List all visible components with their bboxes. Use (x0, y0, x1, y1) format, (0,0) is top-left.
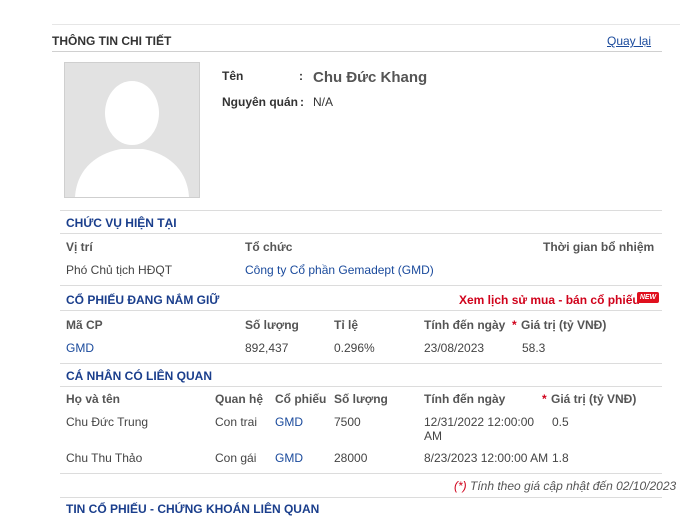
section-divider (60, 363, 662, 364)
organization-link[interactable]: Công ty Cổ phần Gemadept (GMD) (245, 263, 434, 277)
person-silhouette-icon (65, 63, 199, 197)
related-quantity: 28000 (334, 451, 368, 465)
col-header-ratio: Tỉ lệ (334, 318, 359, 332)
col-header-as-of: Tính đến ngày (424, 392, 506, 406)
origin-label: Nguyên quán (222, 95, 299, 109)
col-header-value: Giá trị (tỷ VNĐ) (521, 318, 607, 332)
section-divider (60, 497, 662, 498)
person-name: Chu Đức Khang (313, 69, 428, 86)
related-name: Chu Đức Trung (66, 415, 149, 429)
page-title: THÔNG TIN CHI TIẾT (52, 34, 172, 48)
col-header-as-of: Tính đến ngày (424, 318, 506, 332)
avatar (64, 62, 200, 198)
section-divider (60, 233, 662, 234)
name-label: Tên (222, 69, 244, 83)
col-header-name: Họ và tên (66, 392, 121, 406)
related-name: Chu Thu Thảo (66, 451, 143, 465)
footnote-marker: (*) (454, 479, 467, 493)
holding-value: 58.3 (522, 341, 546, 355)
col-header-quantity: Số lượng (334, 392, 388, 406)
related-relation: Con trai (215, 415, 258, 429)
origin-value: N/A (313, 95, 334, 109)
related-as-of-continued: AM (424, 429, 442, 443)
col-header-stock: Cổ phiếu (275, 392, 327, 406)
holding-ratio: 0.296% (334, 341, 375, 355)
holding-quantity: 892,437 (245, 341, 289, 355)
related-as-of: 12/31/2022 12:00:00 (424, 415, 535, 429)
top-divider (52, 24, 680, 25)
footnote: (*) Tính theo giá cập nhật đến 02/10/202… (454, 479, 676, 493)
col-header-role: Vị trí (66, 240, 93, 254)
related-value: 1.8 (552, 451, 569, 465)
section-divider (60, 210, 662, 211)
section-divider (60, 310, 662, 311)
name-colon: : (299, 69, 303, 83)
related-as-of: 8/23/2023 12:00:00 AM (424, 451, 549, 465)
footnote-text: Tính theo giá cập nhật đến 02/10/2023 (466, 479, 677, 493)
back-link[interactable]: Quay lại (607, 34, 651, 48)
col-header-relation: Quan hệ (215, 392, 264, 406)
trade-history-link[interactable]: Xem lịch sử mua - bán cổ phiếu (459, 293, 640, 307)
asterisk-marker: * (512, 318, 517, 332)
holding-as-of: 23/08/2023 (424, 341, 485, 355)
new-badge: NEW (637, 292, 659, 303)
related-section-title: CÁ NHÂN CÓ LIÊN QUAN (66, 369, 212, 383)
col-header-value: Giá trị (tỷ VNĐ) (551, 392, 637, 406)
next-section-title: TIN CỔ PHIẾU - CHỨNG KHOÁN LIÊN QUAN (66, 502, 320, 516)
position-role: Phó Chủ tịch HĐQT (66, 263, 173, 277)
related-value: 0.5 (552, 415, 569, 429)
related-stock-link[interactable]: GMD (275, 415, 303, 429)
related-stock-link[interactable]: GMD (275, 451, 303, 465)
col-header-code: Mã CP (66, 318, 103, 332)
position-section-title: CHỨC VỤ HIỆN TẠI (66, 216, 177, 230)
origin-colon: : (300, 95, 304, 109)
section-divider (60, 285, 662, 286)
stock-code-link[interactable]: GMD (66, 341, 94, 355)
col-header-appointed: Thời gian bổ nhiệm (543, 240, 655, 254)
col-header-quantity: Số lượng (245, 318, 299, 332)
holdings-section-title: CỔ PHIẾU ĐANG NẮM GIỮ (66, 293, 220, 307)
related-quantity: 7500 (334, 415, 361, 429)
asterisk-marker: * (542, 392, 547, 406)
related-relation: Con gái (215, 451, 257, 465)
col-header-org: Tổ chức (245, 240, 293, 254)
title-divider (52, 51, 662, 52)
section-divider (60, 386, 662, 387)
section-divider (60, 473, 662, 474)
